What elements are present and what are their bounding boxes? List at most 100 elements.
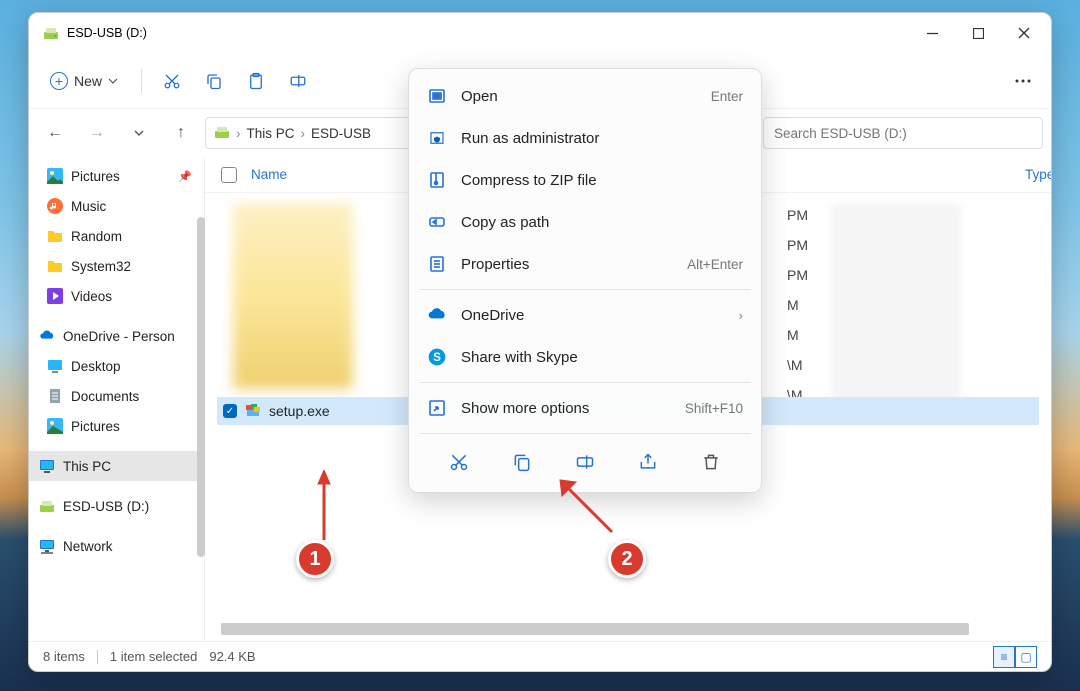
date-fragment: \M (787, 357, 837, 373)
horizontal-scrollbar[interactable] (217, 621, 1039, 637)
new-label: New (74, 73, 102, 89)
nav-item-pictures[interactable]: Pictures 📌 (29, 161, 204, 191)
nav-item-od-desktop[interactable]: Desktop (29, 351, 204, 381)
navigation-pane[interactable]: Pictures 📌 Music Random System32 Videos (29, 157, 205, 641)
menu-item-onedrive[interactable]: OneDrive › (409, 294, 761, 336)
date-fragment: PM (787, 207, 837, 223)
rename-button[interactable] (278, 61, 318, 101)
menu-label: Open (461, 88, 498, 105)
maximize-button[interactable] (955, 13, 1001, 53)
search-input[interactable] (763, 117, 1043, 149)
pin-icon: 📌 (178, 170, 192, 183)
nav-item-od-documents[interactable]: Documents (29, 381, 204, 411)
nav-label: ESD-USB (D:) (63, 499, 149, 514)
nav-item-esdusb[interactable]: ESD-USB (D:) (29, 491, 204, 521)
nav-item-system32[interactable]: System32 (29, 251, 204, 281)
status-size: 92.4 KB (209, 649, 255, 664)
ctx-delete-button[interactable] (699, 450, 723, 474)
file-name: setup.exe (269, 403, 330, 419)
paste-button[interactable] (236, 61, 276, 101)
window-title: ESD-USB (D:) (67, 26, 909, 40)
menu-item-open[interactable]: Open Enter (409, 75, 761, 117)
onedrive-icon (427, 305, 447, 325)
ctx-share-button[interactable] (636, 450, 660, 474)
blurred-content (233, 203, 353, 389)
menu-item-run-admin[interactable]: Run as administrator (409, 117, 761, 159)
ctx-rename-button[interactable] (573, 450, 597, 474)
menu-label: Properties (461, 256, 529, 273)
spacer (29, 481, 204, 491)
nav-label: Documents (71, 389, 139, 404)
new-button[interactable]: + New (37, 65, 131, 97)
annotation-callout-1: 1 (296, 540, 334, 578)
menu-shortcut: Alt+Enter (687, 257, 743, 272)
dates-column: PM PM PM M M \M \M (787, 207, 837, 403)
exe-icon (245, 402, 261, 421)
close-button[interactable] (1001, 13, 1047, 53)
menu-label: Share with Skype (461, 349, 578, 366)
menu-item-copy-path[interactable]: Copy as path (409, 201, 761, 243)
annotation-arrow (556, 476, 626, 546)
file-checkbox[interactable]: ✓ (223, 404, 237, 418)
status-bar: 8 items 1 item selected 92.4 KB ≡ ▢ (29, 641, 1051, 671)
tiles-view-button[interactable]: ▢ (1015, 646, 1037, 668)
spacer (29, 311, 204, 321)
nav-back-button[interactable]: ← (37, 115, 73, 151)
menu-label: Run as administrator (461, 130, 599, 147)
nav-item-network[interactable]: Network (29, 531, 204, 561)
scrollbar-thumb[interactable] (221, 623, 969, 635)
spacer (29, 441, 204, 451)
more-button[interactable] (1003, 61, 1043, 101)
nav-item-od-pictures[interactable]: Pictures (29, 411, 204, 441)
nav-scrollbar[interactable] (197, 217, 205, 557)
separator (97, 650, 98, 664)
nav-item-random[interactable]: Random (29, 221, 204, 251)
context-menu: Open Enter Run as administrator Compress… (408, 68, 762, 493)
nav-label: Videos (71, 289, 112, 304)
breadcrumb-seg-thispc[interactable]: This PC (247, 126, 295, 141)
separator (419, 289, 751, 290)
nav-up-button[interactable]: ↑ (163, 115, 199, 151)
desktop-icon (47, 358, 63, 374)
nav-item-thispc[interactable]: This PC (29, 451, 204, 481)
nav-label: Pictures (71, 419, 120, 434)
column-name[interactable]: Name (251, 167, 287, 182)
nav-item-music[interactable]: Music (29, 191, 204, 221)
breadcrumb-seg-drive[interactable]: ESD-USB (311, 126, 371, 141)
menu-item-skype[interactable]: S Share with Skype (409, 336, 761, 378)
ctx-cut-button[interactable] (447, 450, 471, 474)
svg-text:S: S (433, 351, 441, 364)
nav-item-videos[interactable]: Videos (29, 281, 204, 311)
open-icon (427, 86, 447, 106)
chevron-right-icon: › (301, 126, 306, 141)
zip-icon (427, 170, 447, 190)
nav-forward-button[interactable]: → (79, 115, 115, 151)
select-all-checkbox[interactable] (221, 167, 237, 183)
ctx-copy-button[interactable] (510, 450, 534, 474)
shield-icon (427, 128, 447, 148)
drive-icon (39, 498, 55, 514)
menu-item-more-options[interactable]: Show more options Shift+F10 (409, 387, 761, 429)
menu-label: Show more options (461, 400, 589, 417)
blurred-content (831, 203, 961, 403)
view-buttons: ≡ ▢ (993, 646, 1037, 668)
menu-item-compress[interactable]: Compress to ZIP file (409, 159, 761, 201)
nav-recent-button[interactable] (121, 115, 157, 151)
minimize-button[interactable] (909, 13, 955, 53)
copy-button[interactable] (194, 61, 234, 101)
status-item-count: 8 items (43, 649, 85, 664)
cut-button[interactable] (152, 61, 192, 101)
menu-item-properties[interactable]: Properties Alt+Enter (409, 243, 761, 285)
column-type[interactable]: Type (1025, 167, 1052, 182)
menu-label: OneDrive (461, 307, 524, 324)
annotation-callout-2: 2 (608, 540, 646, 578)
details-view-button[interactable]: ≡ (993, 646, 1015, 668)
nav-label: Random (71, 229, 122, 244)
nav-item-onedrive[interactable]: OneDrive - Person (29, 321, 204, 351)
plus-icon: + (50, 72, 68, 90)
menu-label: Compress to ZIP file (461, 172, 597, 189)
date-fragment: M (787, 327, 837, 343)
properties-icon (427, 254, 447, 274)
date-fragment: M (787, 297, 837, 313)
documents-icon (47, 388, 63, 404)
